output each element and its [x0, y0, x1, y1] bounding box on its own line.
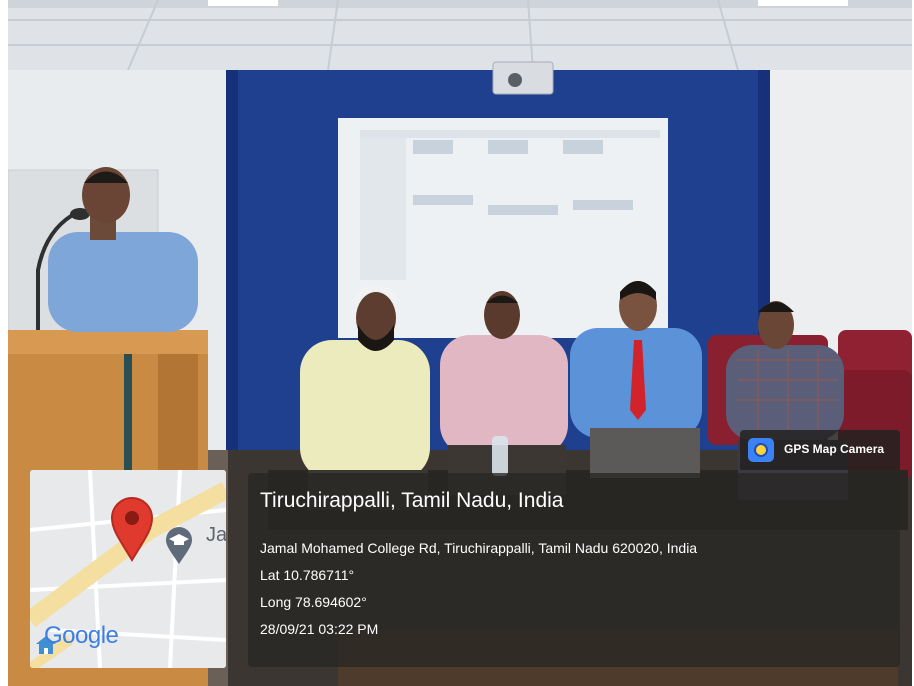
gps-camera-app-icon: [748, 438, 774, 462]
datetime-line: 28/09/21 03:22 PM: [260, 621, 379, 637]
map-pin-icon: [110, 496, 154, 562]
graduation-cap-icon: [164, 526, 194, 566]
google-logo: Google: [44, 622, 119, 649]
map-thumbnail[interactable]: Ja Google: [30, 470, 226, 668]
gps-map-camera-badge: GPS Map Camera: [740, 430, 900, 470]
latitude-line: Lat 10.786711°: [260, 567, 355, 583]
address-line: Jamal Mohamed College Rd, Tiruchirappall…: [260, 540, 698, 556]
longitude-line: Long 78.694602°: [260, 594, 367, 610]
location-info-panel: Tiruchirappalli, Tamil Nadu, India Jamal…: [248, 473, 900, 667]
location-title: Tiruchirappalli, Tamil Nadu, India: [260, 489, 564, 512]
gps-badge-label: GPS Map Camera: [784, 442, 885, 456]
map-place-label: Ja: [206, 524, 226, 546]
